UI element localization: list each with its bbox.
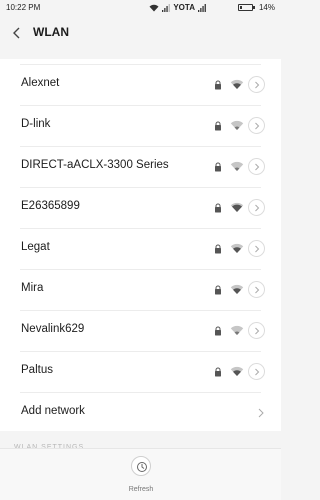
wifi-signal-icon <box>230 243 244 253</box>
refresh-label: Refresh <box>128 486 154 493</box>
network-details-button[interactable] <box>248 281 265 298</box>
chevron-right-icon <box>255 204 260 212</box>
refresh-icon <box>137 462 147 472</box>
network-details-button[interactable] <box>248 322 265 339</box>
lock-icon <box>215 244 221 254</box>
wifi-signal-icon <box>230 325 244 335</box>
network-details-button[interactable] <box>248 76 265 93</box>
network-row-e26365899[interactable]: E26365899 <box>0 188 281 229</box>
network-list: Alexnet D-link DIRECT-aACLX-3300 Series … <box>0 59 281 431</box>
wifi-signal-icon <box>230 161 244 171</box>
chevron-right-icon <box>255 122 260 130</box>
chevron-right-icon <box>255 327 260 335</box>
wifi-signal-icon <box>230 79 244 89</box>
lock-icon <box>215 203 221 213</box>
network-name: Legat <box>21 241 50 253</box>
network-row-d-link[interactable]: D-link <box>0 106 281 147</box>
network-name: Paltus <box>21 364 53 376</box>
network-row-legat[interactable]: Legat <box>0 229 281 270</box>
network-details-button[interactable] <box>248 240 265 257</box>
wifi-signal-icon <box>230 284 244 294</box>
lock-icon <box>215 285 221 295</box>
network-row-alexnet[interactable]: Alexnet <box>0 65 281 106</box>
wifi-signal-icon <box>230 366 244 376</box>
lock-icon <box>215 80 221 90</box>
header: WLAN <box>0 16 281 50</box>
wifi-signal-icon <box>230 120 244 130</box>
network-row-direct-aaclx[interactable]: DIRECT-aACLX-3300 Series <box>0 147 281 188</box>
add-network-label: Add network <box>21 405 85 417</box>
page-title: WLAN <box>33 25 69 39</box>
signal-icon <box>197 3 206 12</box>
lock-icon <box>215 162 221 172</box>
lock-icon <box>215 326 221 336</box>
network-row-mira[interactable]: Mira <box>0 270 281 311</box>
chevron-right-icon <box>255 81 260 89</box>
wifi-icon <box>149 4 159 11</box>
status-time: 10:22 PM <box>6 3 41 12</box>
status-bar: 10:22 PM YOTA 14% <box>0 0 281 16</box>
carrier-name: YOTA <box>173 3 195 12</box>
network-details-button[interactable] <box>248 117 265 134</box>
chevron-right-icon <box>255 368 260 376</box>
network-details-button[interactable] <box>248 199 265 216</box>
battery-percent: 14% <box>258 3 275 12</box>
refresh-button[interactable]: Refresh <box>116 453 166 499</box>
lock-icon <box>215 121 221 131</box>
bottom-bar: Refresh <box>0 448 281 500</box>
network-name: E26365899 <box>21 200 80 212</box>
network-row-paltus[interactable]: Paltus <box>0 352 281 393</box>
network-name: DIRECT-aACLX-3300 Series <box>21 159 169 171</box>
network-name: Mira <box>21 282 44 294</box>
lock-icon <box>215 367 221 377</box>
chevron-left-icon[interactable] <box>8 24 26 42</box>
chevron-right-icon <box>255 286 260 294</box>
add-network-row[interactable]: Add network <box>0 393 281 431</box>
wifi-signal-icon <box>230 202 244 212</box>
refresh-icon-wrap <box>131 456 151 476</box>
battery-icon <box>237 4 255 11</box>
network-name: D-link <box>21 118 51 130</box>
network-details-button[interactable] <box>248 363 265 380</box>
network-row-nevalink629[interactable]: Nevalink629 <box>0 311 281 352</box>
network-details-button[interactable] <box>248 158 265 175</box>
signal-icon <box>162 3 171 12</box>
network-name: Nevalink629 <box>21 323 85 335</box>
chevron-right-icon <box>255 163 260 171</box>
network-name: Alexnet <box>21 77 60 89</box>
status-indicators: YOTA 14% <box>149 3 275 12</box>
chevron-right-icon <box>255 245 260 253</box>
chevron-right-icon <box>258 408 264 418</box>
